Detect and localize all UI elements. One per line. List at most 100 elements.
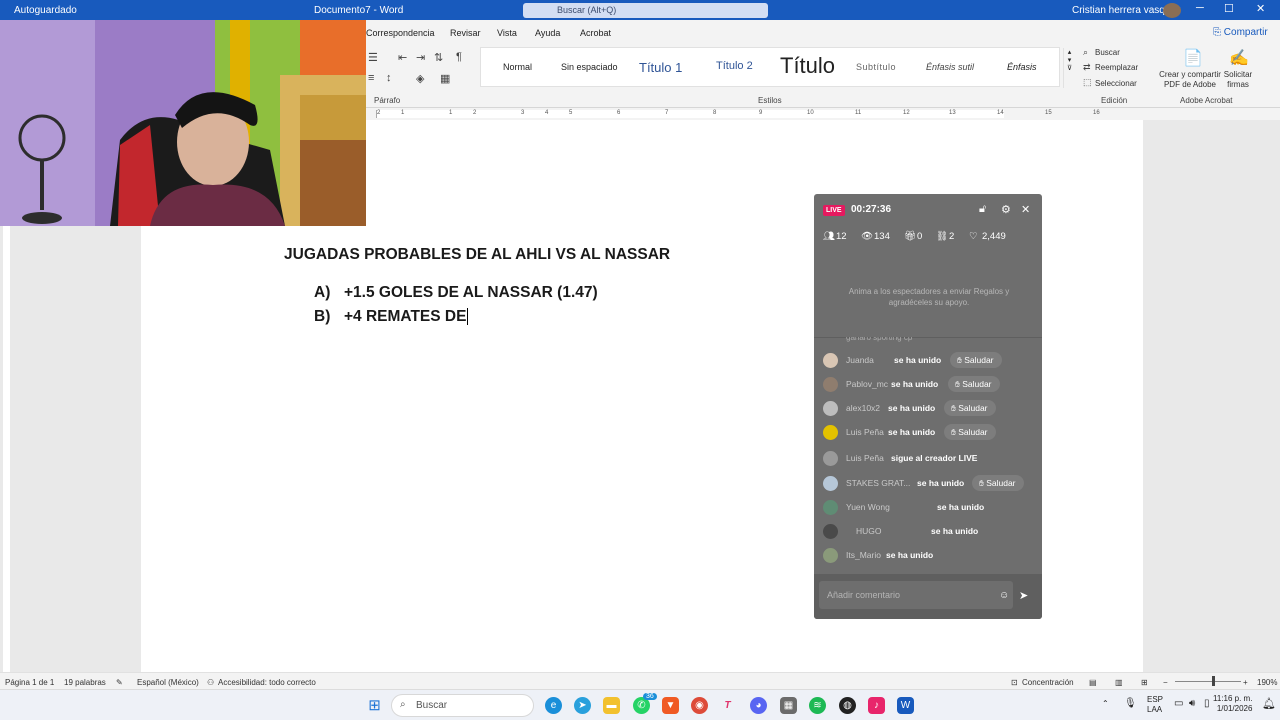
discord-icon[interactable]: ◕ — [750, 697, 767, 714]
share-button[interactable]: ⎘ Compartir — [1213, 27, 1268, 38]
tab-correspondencia[interactable]: Correspondencia — [366, 28, 435, 38]
send-icon[interactable]: ➤ — [1019, 589, 1028, 602]
page-count[interactable]: Página 1 de 1 — [5, 678, 54, 687]
find-button[interactable]: Buscar — [1095, 48, 1120, 57]
event-user[interactable]: Yuen Wong — [846, 502, 890, 512]
tiktok-icon[interactable]: ♪ — [868, 697, 885, 714]
edge-icon[interactable]: e — [545, 697, 562, 714]
zoom-in-icon[interactable]: + — [1243, 678, 1248, 687]
read-mode-icon[interactable]: ▤ — [1089, 678, 1097, 687]
typora-icon[interactable]: T — [719, 697, 736, 714]
borders-icon[interactable]: ▦ — [440, 72, 450, 85]
zoom-thumb[interactable] — [1212, 676, 1215, 686]
line-spacing-icon[interactable]: ↕ — [386, 72, 392, 84]
align-icon[interactable]: ≡ — [368, 72, 374, 84]
file-explorer-icon[interactable]: ▬ — [603, 697, 620, 714]
web-layout-icon[interactable]: ⊞ — [1141, 678, 1148, 687]
zoom-slider[interactable] — [1175, 681, 1241, 682]
emoji-icon[interactable]: ☺ — [999, 590, 1009, 601]
horizontal-ruler[interactable]: 2 1 1 2 3 4 5 6 7 8 9 10 11 12 13 14 15 … — [366, 108, 1280, 120]
network-icon[interactable]: ▭ — [1174, 698, 1183, 709]
create-pdf-button[interactable]: Crear y compartir PDF de Adobe — [1158, 70, 1222, 90]
avatar[interactable] — [1163, 3, 1181, 18]
select-icon[interactable]: ⬚ — [1083, 77, 1092, 88]
document-heading[interactable]: JUGADAS PROBABLES DE AL AHLI VS AL NASSA… — [284, 246, 670, 264]
notifications-icon[interactable]: 🔔︎ — [1262, 697, 1276, 710]
calculator-icon[interactable]: ▦ — [780, 697, 797, 714]
select-button[interactable]: Seleccionar — [1095, 79, 1137, 88]
title-search-box[interactable]: Buscar (Alt+Q) — [523, 3, 768, 18]
taskbar-search[interactable]: ⌕ Buscar — [391, 694, 534, 717]
windows-start-icon[interactable]: ⊞ — [366, 697, 383, 714]
decrease-indent-icon[interactable]: ⇤ — [398, 51, 407, 64]
clock[interactable]: 11:16 p. m. 1/01/2026 — [1213, 694, 1252, 714]
volume-icon[interactable]: 🔊︎ — [1189, 698, 1195, 709]
lock-icon[interactable]: 🔓︎ — [979, 203, 986, 216]
styles-more-button[interactable]: ▴ ▾ ⊽ — [1063, 48, 1075, 88]
event-user[interactable]: Pablov_mc — [846, 379, 888, 389]
word-count[interactable]: 19 palabras — [64, 678, 106, 687]
brave-icon[interactable]: ▼ — [662, 697, 679, 714]
accessibility-status[interactable]: Accesibilidad: todo correcto — [218, 678, 316, 687]
tab-vista[interactable]: Vista — [497, 28, 517, 38]
style-subtle-emphasis[interactable]: Énfasis sutil — [926, 62, 974, 72]
maximize-button[interactable]: ☐ — [1224, 2, 1234, 15]
sort-icon[interactable]: ⇅ — [434, 51, 443, 64]
accessibility-icon[interactable]: ⚇ — [207, 678, 214, 687]
microphone-icon[interactable]: 🎙︎ — [1124, 698, 1137, 709]
style-emphasis[interactable]: Énfasis — [1007, 62, 1037, 72]
pilcrow-icon[interactable]: ¶ — [456, 51, 462, 63]
tab-ayuda[interactable]: Ayuda — [535, 28, 560, 38]
style-no-spacing[interactable]: Sin espaciado — [561, 62, 618, 72]
event-user[interactable]: HUGO — [856, 526, 882, 536]
event-user[interactable]: Luis Peña — [846, 427, 884, 437]
greet-button[interactable]: ✋︎ Saludar — [944, 424, 996, 440]
obs-icon[interactable]: ◍ — [839, 697, 856, 714]
greet-button[interactable]: ✋︎ Saludar — [944, 400, 996, 416]
style-heading-2[interactable]: Título 2 — [716, 60, 753, 72]
tab-acrobat[interactable]: Acrobat — [580, 28, 611, 38]
event-user[interactable]: alex10x2 — [846, 403, 880, 413]
proofing-icon[interactable]: ✎ — [116, 678, 123, 687]
language-indicator[interactable]: ESP LAA — [1147, 695, 1163, 715]
word-icon[interactable]: W — [897, 697, 914, 714]
event-user[interactable]: Its_Mario — [846, 550, 881, 560]
list-item[interactable]: A) +1.5 GOLES DE AL NASSAR (1.47) — [314, 284, 598, 302]
greet-button[interactable]: ✋︎ Saludar — [950, 352, 1002, 368]
tab-revisar[interactable]: Revisar — [450, 28, 481, 38]
close-icon[interactable]: ✕ — [1021, 203, 1030, 216]
settings-icon[interactable]: ⚙ — [1001, 203, 1011, 216]
event-user[interactable]: Luis Peña — [846, 453, 884, 463]
spotify-icon[interactable]: ≋ — [809, 697, 826, 714]
increase-indent-icon[interactable]: ⇥ — [416, 51, 425, 64]
zoom-out-icon[interactable]: − — [1163, 678, 1168, 687]
greet-button[interactable]: ✋︎ Saludar — [972, 475, 1024, 491]
find-icon[interactable]: ⌕ — [1083, 47, 1088, 58]
replace-button[interactable]: Reemplazar — [1095, 63, 1138, 72]
style-normal[interactable]: Normal — [503, 62, 532, 72]
event-user[interactable]: Juanda — [846, 355, 874, 365]
list-item[interactable]: B) +4 REMATES DE — [314, 308, 469, 326]
chrome-icon[interactable]: ◉ — [691, 697, 708, 714]
focus-icon[interactable]: ⊡ — [1011, 678, 1018, 687]
close-button[interactable]: ✕ — [1256, 2, 1265, 15]
focus-mode[interactable]: Concentración — [1022, 678, 1074, 687]
comment-input[interactable]: Añadir comentario — [819, 581, 1013, 609]
greet-button[interactable]: ✋︎ Saludar — [948, 376, 1000, 392]
request-signatures-icon[interactable]: ✍ — [1229, 48, 1249, 68]
vertical-ruler[interactable] — [3, 226, 10, 672]
style-heading-1[interactable]: Título 1 — [639, 60, 682, 75]
battery-icon[interactable]: ▯ — [1204, 698, 1210, 709]
style-subtitle[interactable]: Subtítulo — [856, 62, 896, 72]
request-signatures-button[interactable]: Solicitar firmas — [1221, 70, 1255, 90]
zoom-level[interactable]: 190% — [1257, 678, 1277, 687]
minimize-button[interactable]: ─ — [1196, 2, 1204, 14]
multilevel-list-icon[interactable]: ☰ — [368, 51, 378, 64]
create-pdf-icon[interactable]: 📄 — [1183, 48, 1203, 68]
language[interactable]: Español (México) — [137, 678, 199, 687]
event-user[interactable]: STAKES GRAT... — [846, 478, 910, 488]
shading-icon[interactable]: ◈ — [416, 72, 424, 85]
print-layout-icon[interactable]: ▥ — [1115, 678, 1123, 687]
style-title[interactable]: Título — [780, 53, 835, 79]
telegram-icon[interactable]: ➤ — [574, 697, 591, 714]
